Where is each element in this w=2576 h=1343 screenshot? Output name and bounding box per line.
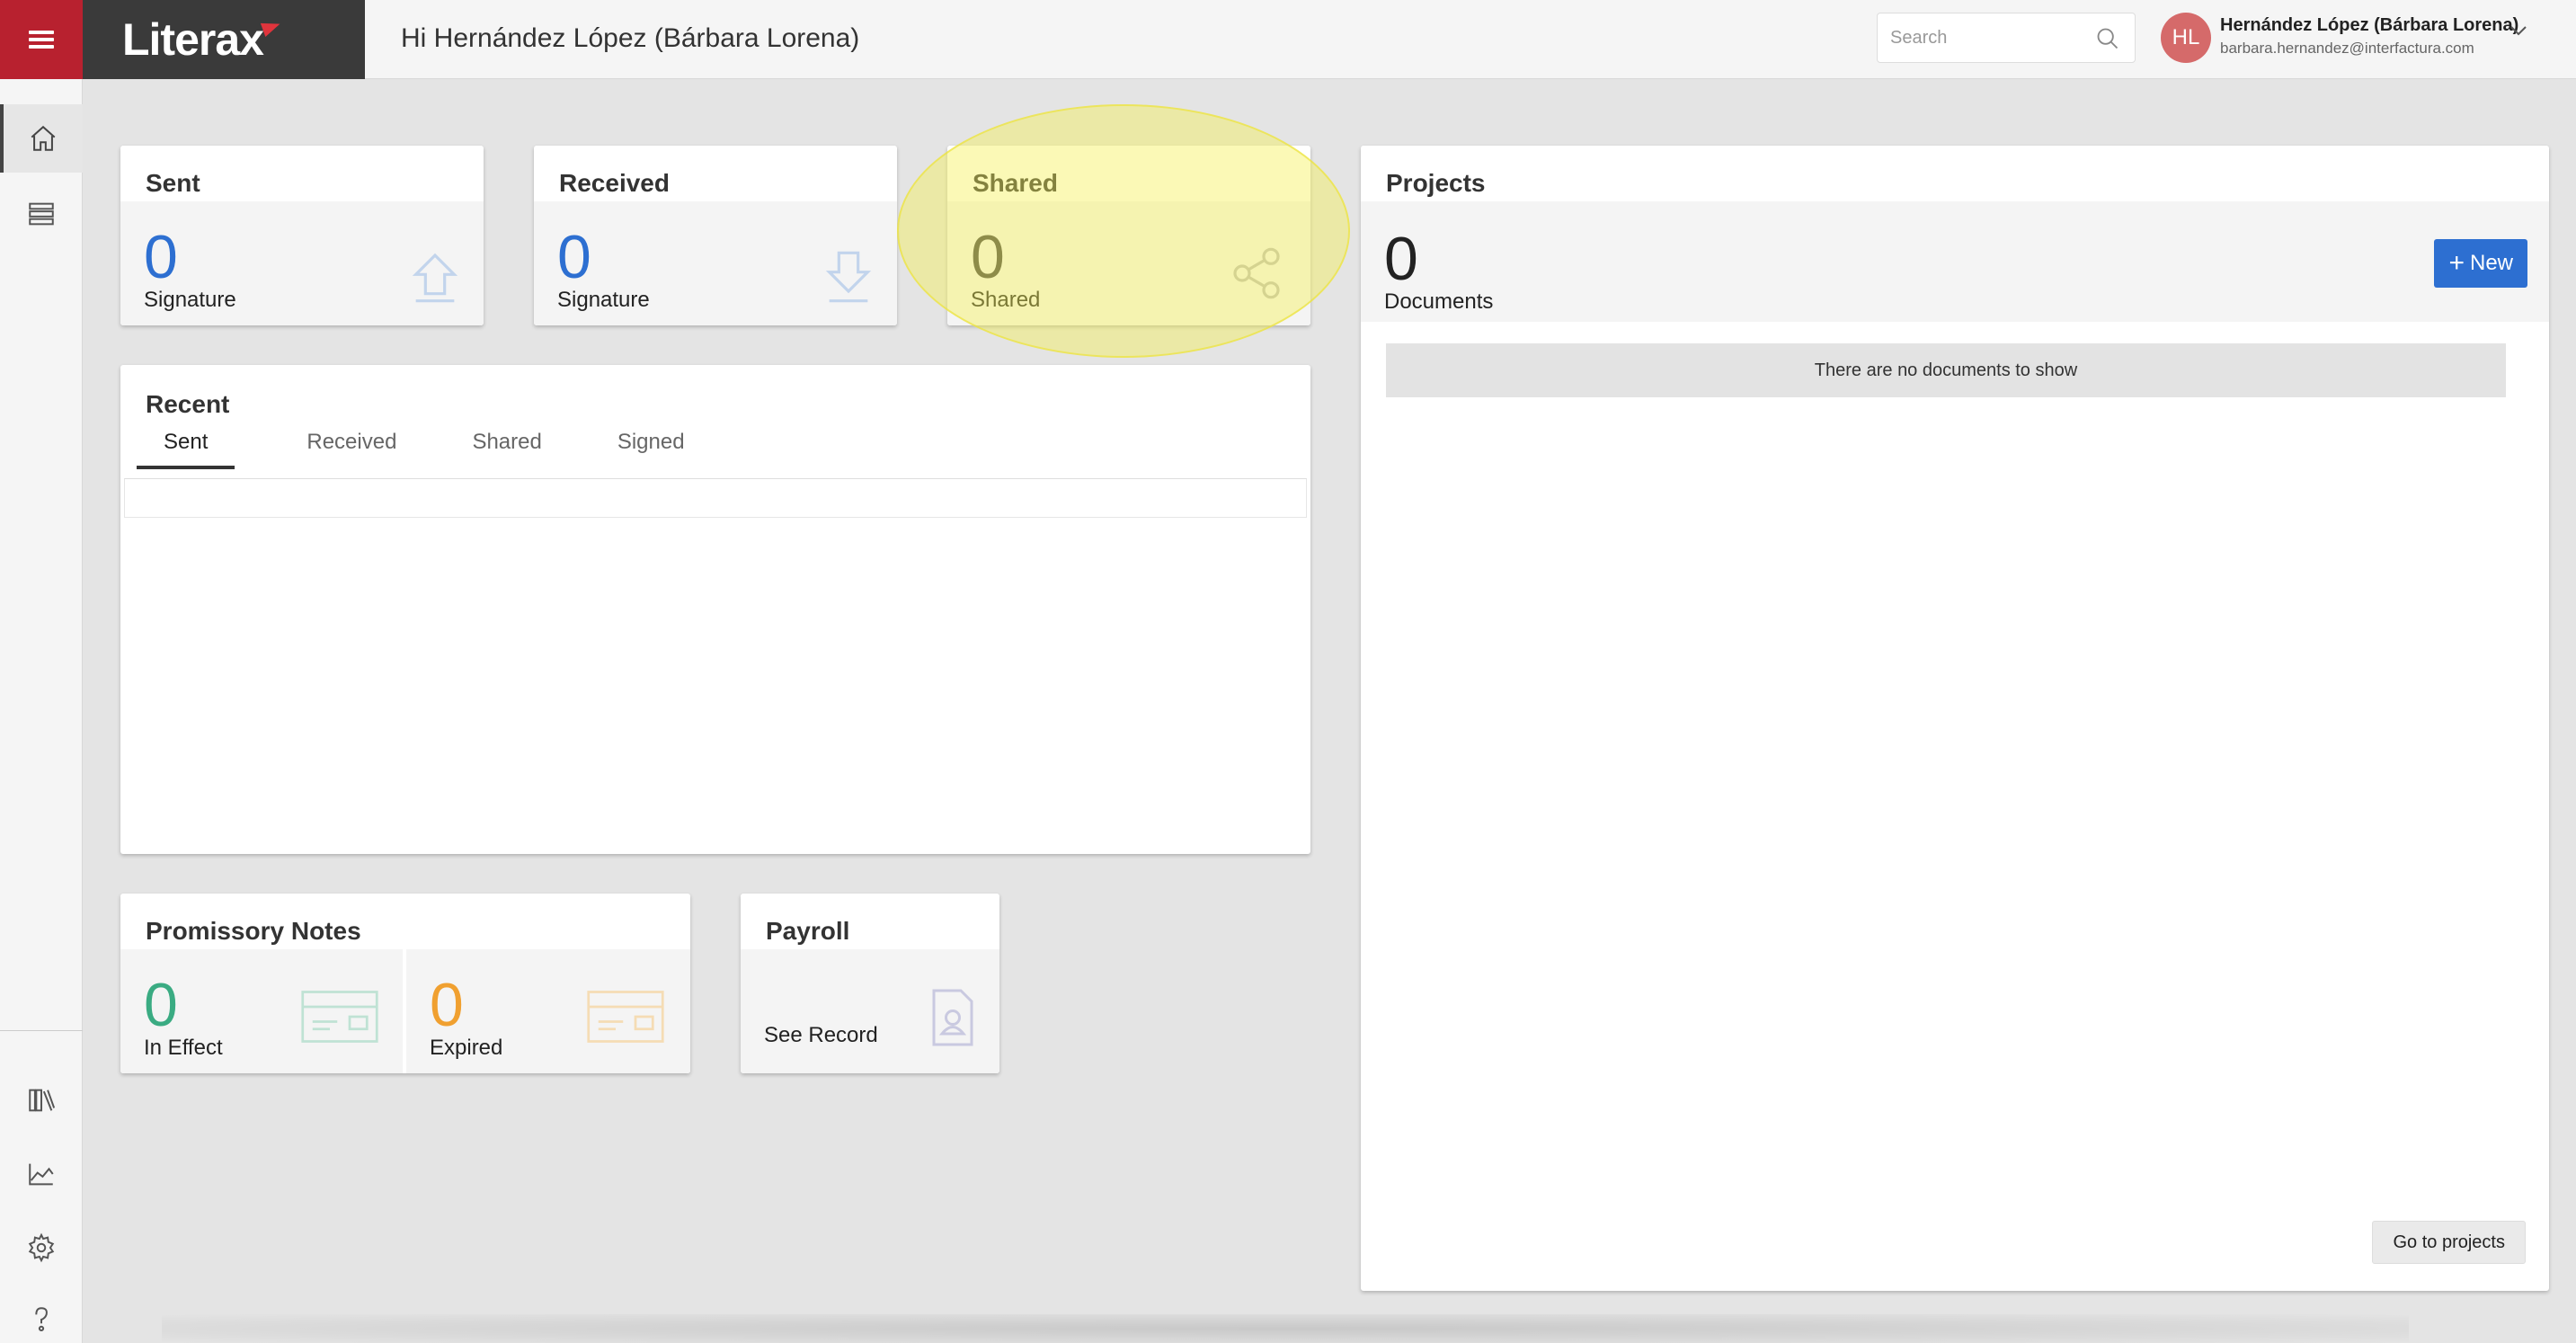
top-bar: Literax Hi Hernández López (Bárbara Lore… xyxy=(0,0,2576,79)
sidebar-item-list[interactable] xyxy=(0,180,83,248)
download-arrow-icon xyxy=(825,251,872,303)
chevron-down-icon[interactable] xyxy=(2508,20,2529,41)
recent-tabs: Sent Received Shared Signed xyxy=(137,426,712,469)
shared-label: Shared xyxy=(971,288,1041,312)
promissory-notes-card: Promissory Notes 0 In Effect 0 Expired xyxy=(120,894,690,1073)
chart-icon xyxy=(29,1163,54,1186)
projects-card: Projects 0 Documents + New There are no … xyxy=(1361,146,2549,1291)
card-title: Shared xyxy=(973,169,1058,197)
user-name[interactable]: Hernández López (Bárbara Lorena) xyxy=(2220,15,2518,36)
home-icon xyxy=(31,125,56,151)
help-icon xyxy=(35,1307,48,1332)
avatar[interactable]: HL xyxy=(2161,13,2211,63)
empty-documents-message: There are no documents to show xyxy=(1386,343,2506,397)
gear-icon xyxy=(28,1232,55,1263)
new-project-button[interactable]: + New xyxy=(2434,239,2527,288)
card-title: Sent xyxy=(146,169,200,197)
tab-signed[interactable]: Signed xyxy=(591,426,712,469)
received-card[interactable]: Received 0 Signature xyxy=(534,146,897,325)
bill-icon xyxy=(301,991,378,1043)
hamburger-menu-button[interactable] xyxy=(0,0,83,79)
new-project-label: New xyxy=(2469,251,2513,275)
sent-label: Signature xyxy=(144,288,236,312)
logo-text: Literax xyxy=(122,14,264,65)
search-input[interactable] xyxy=(1878,13,2084,62)
sidebar-item-reports[interactable] xyxy=(0,1140,83,1208)
plus-icon: + xyxy=(2448,248,2465,278)
projects-header: 0 Documents xyxy=(1361,201,2549,322)
card-body: See Record xyxy=(741,949,999,1073)
hamburger-icon xyxy=(29,31,54,49)
card-title: Received xyxy=(559,169,670,197)
library-icon xyxy=(29,1089,56,1112)
go-to-projects-button[interactable]: Go to projects xyxy=(2372,1221,2526,1264)
tab-sent[interactable]: Sent xyxy=(137,426,235,469)
search-box xyxy=(1877,13,2136,63)
expired-count: 0 xyxy=(430,971,464,1039)
recent-list xyxy=(124,478,1307,518)
sidebar-item-settings[interactable] xyxy=(0,1214,83,1282)
payroll-title: Payroll xyxy=(766,917,850,945)
projects-count-label: Documents xyxy=(1384,289,1494,314)
user-email: barbara.hernandez@interfactura.com xyxy=(2220,40,2474,57)
card-body: 0 Signature xyxy=(534,201,897,325)
shared-count: 0 xyxy=(971,223,1005,291)
received-label: Signature xyxy=(557,288,650,312)
sidebar-item-help[interactable] xyxy=(0,1285,83,1343)
shared-card[interactable]: Shared 0 Shared xyxy=(947,146,1310,325)
card-body: 0 Signature xyxy=(120,201,484,325)
bottom-shadow xyxy=(162,1314,2409,1343)
sidebar-divider xyxy=(0,1030,83,1031)
projects-title: Projects xyxy=(1386,169,1486,197)
tab-received[interactable]: Received xyxy=(280,426,423,469)
share-icon xyxy=(1233,247,1280,299)
sidebar xyxy=(0,79,83,1343)
sidebar-item-home[interactable] xyxy=(0,104,83,173)
document-person-icon xyxy=(932,989,973,1046)
list-icon xyxy=(29,202,54,226)
greeting: Hi Hernández López (Bárbara Lorena) xyxy=(401,23,860,53)
received-count: 0 xyxy=(557,223,591,291)
recent-title: Recent xyxy=(146,390,230,418)
payroll-card[interactable]: Payroll See Record xyxy=(741,894,999,1073)
promissory-title: Promissory Notes xyxy=(146,917,361,945)
card-body: 0 Shared xyxy=(947,201,1310,325)
upload-arrow-icon xyxy=(412,253,458,303)
in-effect-label: In Effect xyxy=(144,1036,223,1060)
see-record-link[interactable]: See Record xyxy=(764,1023,878,1048)
logo-flag-icon xyxy=(260,17,283,37)
in-effect-count: 0 xyxy=(144,971,178,1039)
sent-card[interactable]: Sent 0 Signature xyxy=(120,146,484,325)
in-effect-panel[interactable]: 0 In Effect xyxy=(120,949,403,1073)
logo[interactable]: Literax xyxy=(83,0,365,79)
recent-card: Recent Sent Received Shared Signed xyxy=(120,365,1310,854)
expired-label: Expired xyxy=(430,1036,503,1060)
projects-count: 0 xyxy=(1384,225,1418,293)
sent-count: 0 xyxy=(144,223,178,291)
tab-shared[interactable]: Shared xyxy=(445,426,568,469)
bill-icon xyxy=(587,991,664,1043)
sidebar-item-library[interactable] xyxy=(0,1066,83,1134)
expired-panel[interactable]: 0 Expired xyxy=(406,949,690,1073)
card-body: 0 In Effect 0 Expired xyxy=(120,949,690,1073)
search-icon[interactable] xyxy=(2095,26,2120,51)
